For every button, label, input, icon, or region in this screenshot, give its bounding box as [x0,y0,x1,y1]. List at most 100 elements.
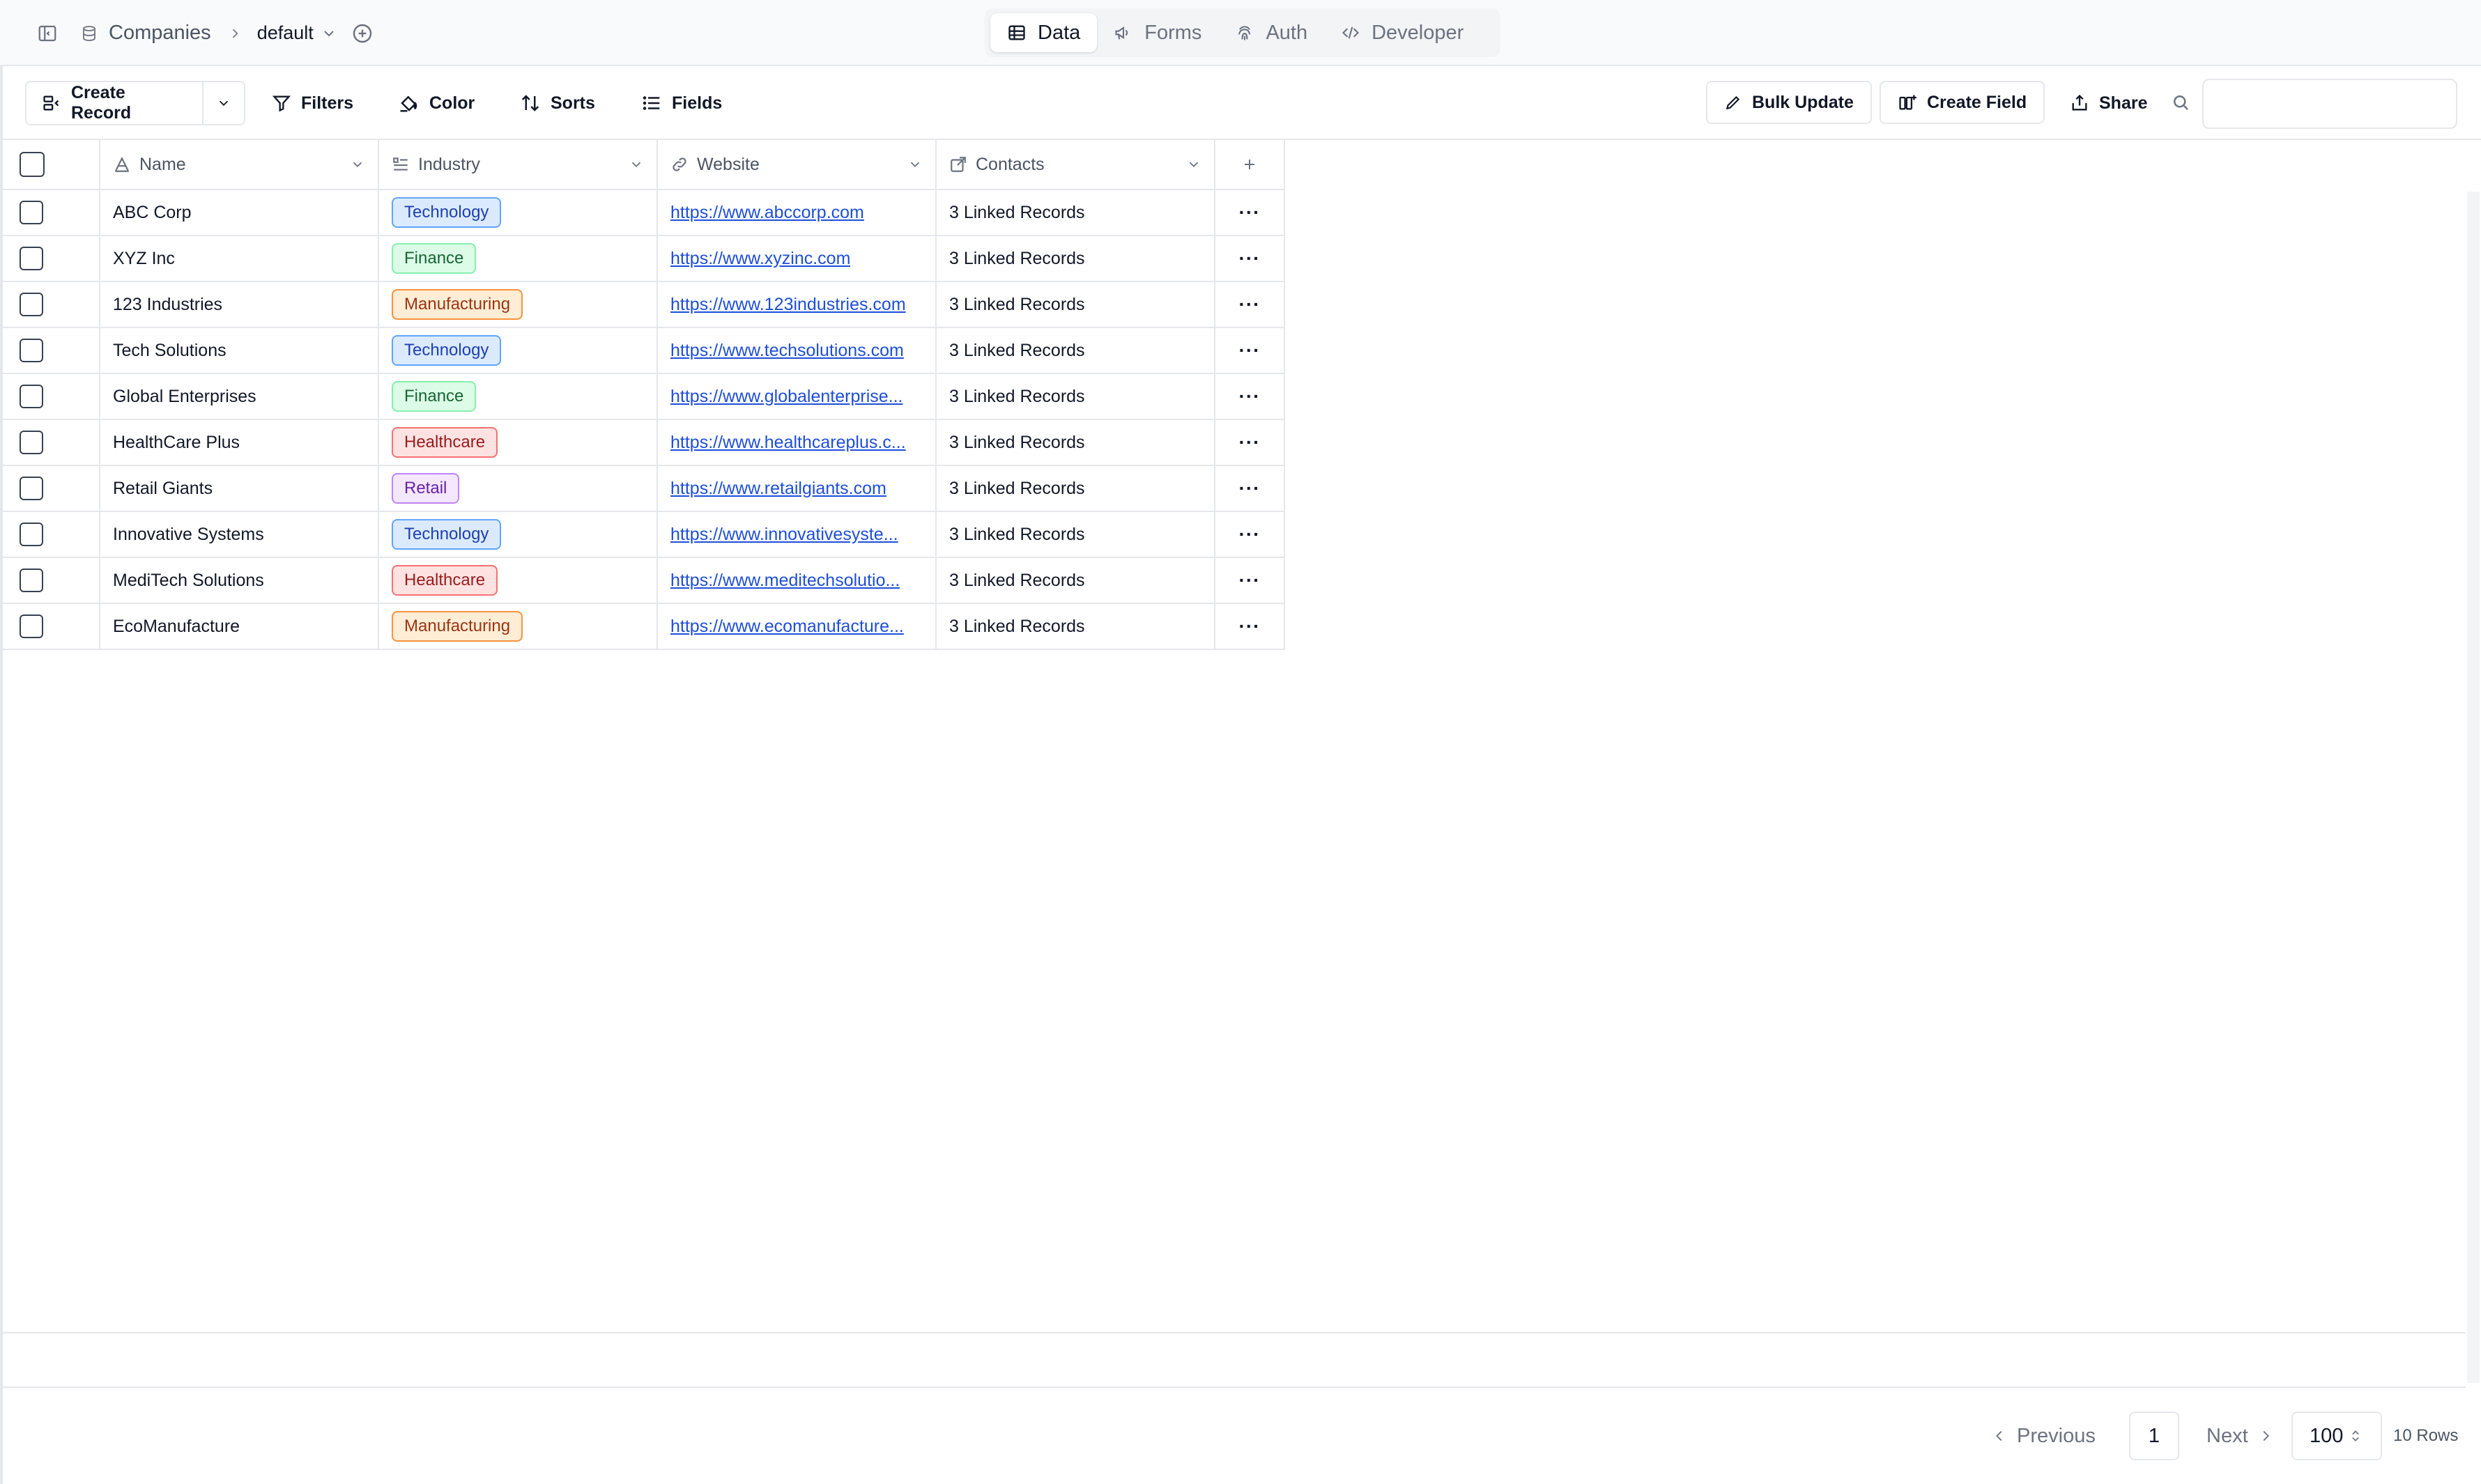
create-field-button[interactable]: Create Field [1880,81,2045,124]
cell-name[interactable]: Innovative Systems [100,512,379,558]
tab-forms[interactable]: Forms [1097,13,1218,52]
chevron-down-icon[interactable] [629,157,644,172]
cell-name[interactable]: MediTech Solutions [100,558,379,604]
table-row[interactable]: XYZ Inc Finance https://www.xyzinc.com 3 Li… [3,236,1285,282]
website-link[interactable]: https://www.meditechsolutio... [670,571,900,591]
contacts-linked-records[interactable]: 3 Linked Records [949,617,1085,637]
cell-contacts[interactable]: 3 Linked Records [937,420,1215,466]
cell-website[interactable]: https://www.xyzinc.com [658,236,937,282]
row-checkbox[interactable] [20,569,43,592]
search-icon[interactable] [2170,92,2191,113]
share-button[interactable]: Share [2070,81,2147,125]
contacts-linked-records[interactable]: 3 Linked Records [949,479,1085,499]
row-actions-button[interactable]: ··· [1215,328,1285,374]
row-checkbox[interactable] [20,201,43,224]
cell-industry[interactable]: Technology [379,328,658,374]
previous-page-button[interactable]: Previous [1992,1412,2096,1460]
table-row[interactable]: HealthCare Plus Healthcare https://www.hea… [3,420,1285,466]
cell-contacts[interactable]: 3 Linked Records [937,466,1215,512]
row-actions-button[interactable]: ··· [1215,604,1285,650]
website-link[interactable]: https://www.healthcareplus.c... [670,433,906,453]
cell-industry[interactable]: Finance [379,236,658,282]
row-actions-button[interactable]: ··· [1215,420,1285,466]
cell-website[interactable]: https://www.abccorp.com [658,190,937,236]
row-actions-button[interactable]: ··· [1215,282,1285,328]
contacts-linked-records[interactable]: 3 Linked Records [949,433,1085,453]
cell-contacts[interactable]: 3 Linked Records [937,236,1215,282]
cell-contacts[interactable]: 3 Linked Records [937,558,1215,604]
row-checkbox[interactable] [20,339,43,362]
row-checkbox[interactable] [20,293,43,316]
cell-name[interactable]: 123 Industries [100,282,379,328]
row-actions-button[interactable]: ··· [1215,236,1285,282]
search-input[interactable] [2202,79,2457,129]
chevron-down-icon[interactable] [1186,157,1201,172]
cell-website[interactable]: https://www.123industries.com [658,282,937,328]
row-checkbox[interactable] [20,477,43,500]
website-link[interactable]: https://www.globalenterprise... [670,387,903,407]
table-row[interactable]: Innovative Systems Technology https://www.… [3,512,1285,558]
table-row[interactable]: MediTech Solutions Healthcare https://www.… [3,558,1285,604]
row-checkbox[interactable] [20,615,43,638]
add-view-icon[interactable] [351,22,374,45]
add-column-button[interactable] [1215,140,1285,190]
page-size-select[interactable]: 100 [2291,1412,2382,1460]
cell-website[interactable]: https://www.techsolutions.com [658,328,937,374]
tab-data[interactable]: Data [990,13,1098,52]
cell-website[interactable]: https://www.retailgiants.com [658,466,937,512]
row-checkbox[interactable] [20,523,43,546]
cell-industry[interactable]: Manufacturing [379,282,658,328]
select-all-checkbox[interactable] [20,152,45,177]
row-actions-button[interactable]: ··· [1215,558,1285,604]
cell-name[interactable]: Tech Solutions [100,328,379,374]
contacts-linked-records[interactable]: 3 Linked Records [949,295,1085,315]
cell-name[interactable]: HealthCare Plus [100,420,379,466]
create-record-button[interactable]: Create Record [25,81,203,125]
cell-website[interactable]: https://www.healthcareplus.c... [658,420,937,466]
cell-contacts[interactable]: 3 Linked Records [937,374,1215,420]
cell-industry[interactable]: Retail [379,466,658,512]
fields-button[interactable]: Fields [641,81,722,125]
tab-auth[interactable]: Auth [1218,13,1324,52]
tab-developer[interactable]: Developer [1324,13,1480,52]
row-checkbox[interactable] [20,431,43,454]
cell-name[interactable]: XYZ Inc [100,236,379,282]
cell-website[interactable]: https://www.innovativesyste... [658,512,937,558]
cell-website[interactable]: https://www.globalenterprise... [658,374,937,420]
column-header-industry[interactable]: Industry [379,140,658,190]
row-actions-button[interactable]: ··· [1215,466,1285,512]
filters-button[interactable]: Filters [272,81,353,125]
row-checkbox[interactable] [20,247,43,270]
next-page-button[interactable]: Next [2206,1412,2273,1460]
column-header-website[interactable]: Website [658,140,937,190]
contacts-linked-records[interactable]: 3 Linked Records [949,341,1085,361]
cell-name[interactable]: ABC Corp [100,190,379,236]
website-link[interactable]: https://www.techsolutions.com [670,341,904,361]
cell-industry[interactable]: Manufacturing [379,604,658,650]
table-row[interactable]: Retail Giants Retail https://www.retailgia… [3,466,1285,512]
cell-industry[interactable]: Healthcare [379,558,658,604]
breadcrumb-table[interactable]: Companies [109,22,211,45]
create-record-dropdown-button[interactable] [202,81,245,125]
color-button[interactable]: Color [399,81,475,125]
contacts-linked-records[interactable]: 3 Linked Records [949,249,1085,269]
contacts-linked-records[interactable]: 3 Linked Records [949,203,1085,223]
table-row[interactable]: Tech Solutions Technology https://www.tech… [3,328,1285,374]
contacts-linked-records[interactable]: 3 Linked Records [949,571,1085,591]
table-row[interactable]: EcoManufacture Manufacturing https://www.e… [3,604,1285,650]
website-link[interactable]: https://www.ecomanufacture... [670,617,904,637]
contacts-linked-records[interactable]: 3 Linked Records [949,525,1085,545]
contacts-linked-records[interactable]: 3 Linked Records [949,387,1085,407]
current-page[interactable]: 1 [2129,1412,2179,1460]
table-row[interactable]: Global Enterprises Finance https://www.glo… [3,374,1285,420]
chevron-down-icon[interactable] [350,157,365,172]
chevron-down-icon[interactable] [907,157,923,172]
chevron-down-icon[interactable] [321,25,337,42]
row-actions-button[interactable]: ··· [1215,374,1285,420]
row-checkbox[interactable] [20,385,43,408]
column-header-contacts[interactable]: Contacts [937,140,1215,190]
cell-contacts[interactable]: 3 Linked Records [937,512,1215,558]
cell-industry[interactable]: Healthcare [379,420,658,466]
vertical-scrollbar[interactable] [2467,192,2480,1383]
cell-contacts[interactable]: 3 Linked Records [937,190,1215,236]
